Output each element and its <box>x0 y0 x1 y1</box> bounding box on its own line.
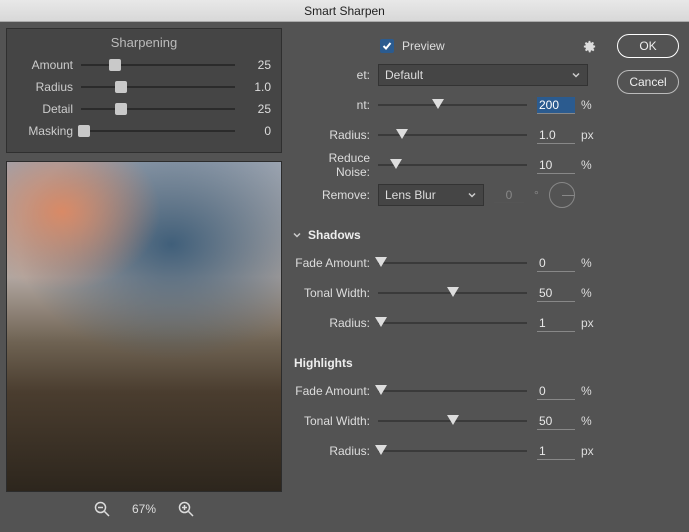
shadows-fade-row: Fade Amount: 0 % <box>292 248 597 278</box>
highlights-radius-unit: px <box>575 444 597 458</box>
highlights-radius-row: Radius: 1 px <box>292 436 597 466</box>
highlights-radius-slider[interactable] <box>378 441 527 461</box>
preset-row: et: Default <box>292 60 597 90</box>
shadows-radius-slider[interactable] <box>378 313 527 333</box>
highlights-fade-row: Fade Amount: 0 % <box>292 376 597 406</box>
overlay-amount-label: Amount <box>17 58 73 72</box>
overlay-amount-value[interactable]: 25 <box>243 58 271 72</box>
left-column: Sharpening Amount 25 Radius 1.0 Detail <box>0 22 288 532</box>
ok-button[interactable]: OK <box>617 34 679 58</box>
remove-value: Lens Blur <box>385 188 436 202</box>
preview-checkbox[interactable] <box>380 39 394 53</box>
radius-value[interactable]: 1.0 <box>537 127 575 144</box>
noise-slider[interactable] <box>378 155 527 175</box>
shadows-radius-row: Radius: 1 px <box>292 308 597 338</box>
highlights-tonal-slider[interactable] <box>378 411 527 431</box>
radius-unit: px <box>575 128 597 142</box>
overlay-masking-slider[interactable] <box>81 124 235 138</box>
zoom-in-icon[interactable] <box>178 501 194 517</box>
button-column: OK Cancel <box>609 22 689 532</box>
amount-value[interactable]: 200 <box>537 97 575 114</box>
preset-select[interactable]: Default <box>378 64 588 86</box>
radius-row: Radius: 1.0 px <box>292 120 597 150</box>
angle-value[interactable]: 0 <box>494 188 524 203</box>
highlights-tonal-value[interactable]: 50 <box>537 413 575 430</box>
overlay-detail-value[interactable]: 25 <box>243 102 271 116</box>
cancel-button[interactable]: Cancel <box>617 70 679 94</box>
highlights-tonal-row: Tonal Width: 50 % <box>292 406 597 436</box>
highlights-fade-slider[interactable] <box>378 381 527 401</box>
highlights-tonal-label: Tonal Width: <box>292 414 378 428</box>
amount-label: nt: <box>292 98 378 112</box>
chevron-down-icon <box>467 190 477 200</box>
overlay-amount-row: Amount 25 <box>17 54 271 76</box>
shadows-tonal-label: Tonal Width: <box>292 286 378 300</box>
overlay-radius-slider[interactable] <box>81 80 235 94</box>
highlights-radius-value[interactable]: 1 <box>537 443 575 460</box>
preview-row: Preview <box>292 32 597 60</box>
angle-dial[interactable] <box>549 182 575 208</box>
noise-value[interactable]: 10 <box>537 157 575 174</box>
window-title: Smart Sharpen <box>304 4 385 18</box>
amount-unit: % <box>575 98 597 112</box>
remove-select[interactable]: Lens Blur <box>378 184 484 206</box>
shadows-radius-unit: px <box>575 316 597 330</box>
highlights-tonal-unit: % <box>575 414 597 428</box>
settings-column: Preview et: Default nt: 200 % Radius: <box>288 22 609 532</box>
title-bar: Smart Sharpen <box>0 0 689 22</box>
radius-label: Radius: <box>292 128 378 142</box>
overlay-amount-slider[interactable] <box>81 58 235 72</box>
shadows-fade-unit: % <box>575 256 597 270</box>
shadows-fade-value[interactable]: 0 <box>537 255 575 272</box>
overlay-masking-value[interactable]: 0 <box>243 124 271 138</box>
shadows-section: Shadows Fade Amount: 0 % Tonal Width: 50… <box>292 228 597 338</box>
overlay-masking-label: Masking <box>17 124 73 138</box>
preview-image[interactable] <box>6 161 282 492</box>
chevron-down-icon <box>292 230 302 240</box>
shadows-tonal-slider[interactable] <box>378 283 527 303</box>
highlights-title: Highlights <box>294 356 597 370</box>
overlay-radius-row: Radius 1.0 <box>17 76 271 98</box>
overlay-radius-value[interactable]: 1.0 <box>243 80 271 94</box>
overlay-title: Sharpening <box>17 35 271 50</box>
zoom-level: 67% <box>132 502 156 516</box>
radius-slider[interactable] <box>378 125 527 145</box>
overlay-detail-label: Detail <box>17 102 73 116</box>
shadows-tonal-value[interactable]: 50 <box>537 285 575 302</box>
highlights-fade-unit: % <box>575 384 597 398</box>
shadows-header[interactable]: Shadows <box>292 228 597 242</box>
shadows-fade-label: Fade Amount: <box>292 256 378 270</box>
chevron-down-icon <box>571 70 581 80</box>
shadows-radius-label: Radius: <box>292 316 378 330</box>
noise-label: Reduce Noise: <box>292 151 378 179</box>
amount-slider[interactable] <box>378 95 527 115</box>
highlights-fade-label: Fade Amount: <box>292 384 378 398</box>
remove-row: Remove: Lens Blur 0 ° <box>292 180 597 210</box>
overlay-masking-row: Masking 0 <box>17 120 271 142</box>
shadows-tonal-unit: % <box>575 286 597 300</box>
highlights-fade-value[interactable]: 0 <box>537 383 575 400</box>
overlay-detail-slider[interactable] <box>81 102 235 116</box>
zoom-out-icon[interactable] <box>94 501 110 517</box>
shadows-fade-slider[interactable] <box>378 253 527 273</box>
shadows-tonal-row: Tonal Width: 50 % <box>292 278 597 308</box>
preset-label: et: <box>292 68 378 82</box>
overlay-radius-label: Radius <box>17 80 73 94</box>
gear-icon[interactable] <box>582 39 597 54</box>
noise-unit: % <box>575 158 597 172</box>
overlay-detail-row: Detail 25 <box>17 98 271 120</box>
highlights-radius-label: Radius: <box>292 444 378 458</box>
noise-row: Reduce Noise: 10 % <box>292 150 597 180</box>
sharpening-overlay-panel: Sharpening Amount 25 Radius 1.0 Detail <box>6 28 282 153</box>
remove-label: Remove: <box>292 188 378 202</box>
zoom-controls: 67% <box>6 492 282 526</box>
amount-row: nt: 200 % <box>292 90 597 120</box>
preset-value: Default <box>385 68 423 82</box>
degree-icon: ° <box>534 188 539 202</box>
shadows-title: Shadows <box>308 228 361 242</box>
shadows-radius-value[interactable]: 1 <box>537 315 575 332</box>
preview-label: Preview <box>402 39 445 53</box>
